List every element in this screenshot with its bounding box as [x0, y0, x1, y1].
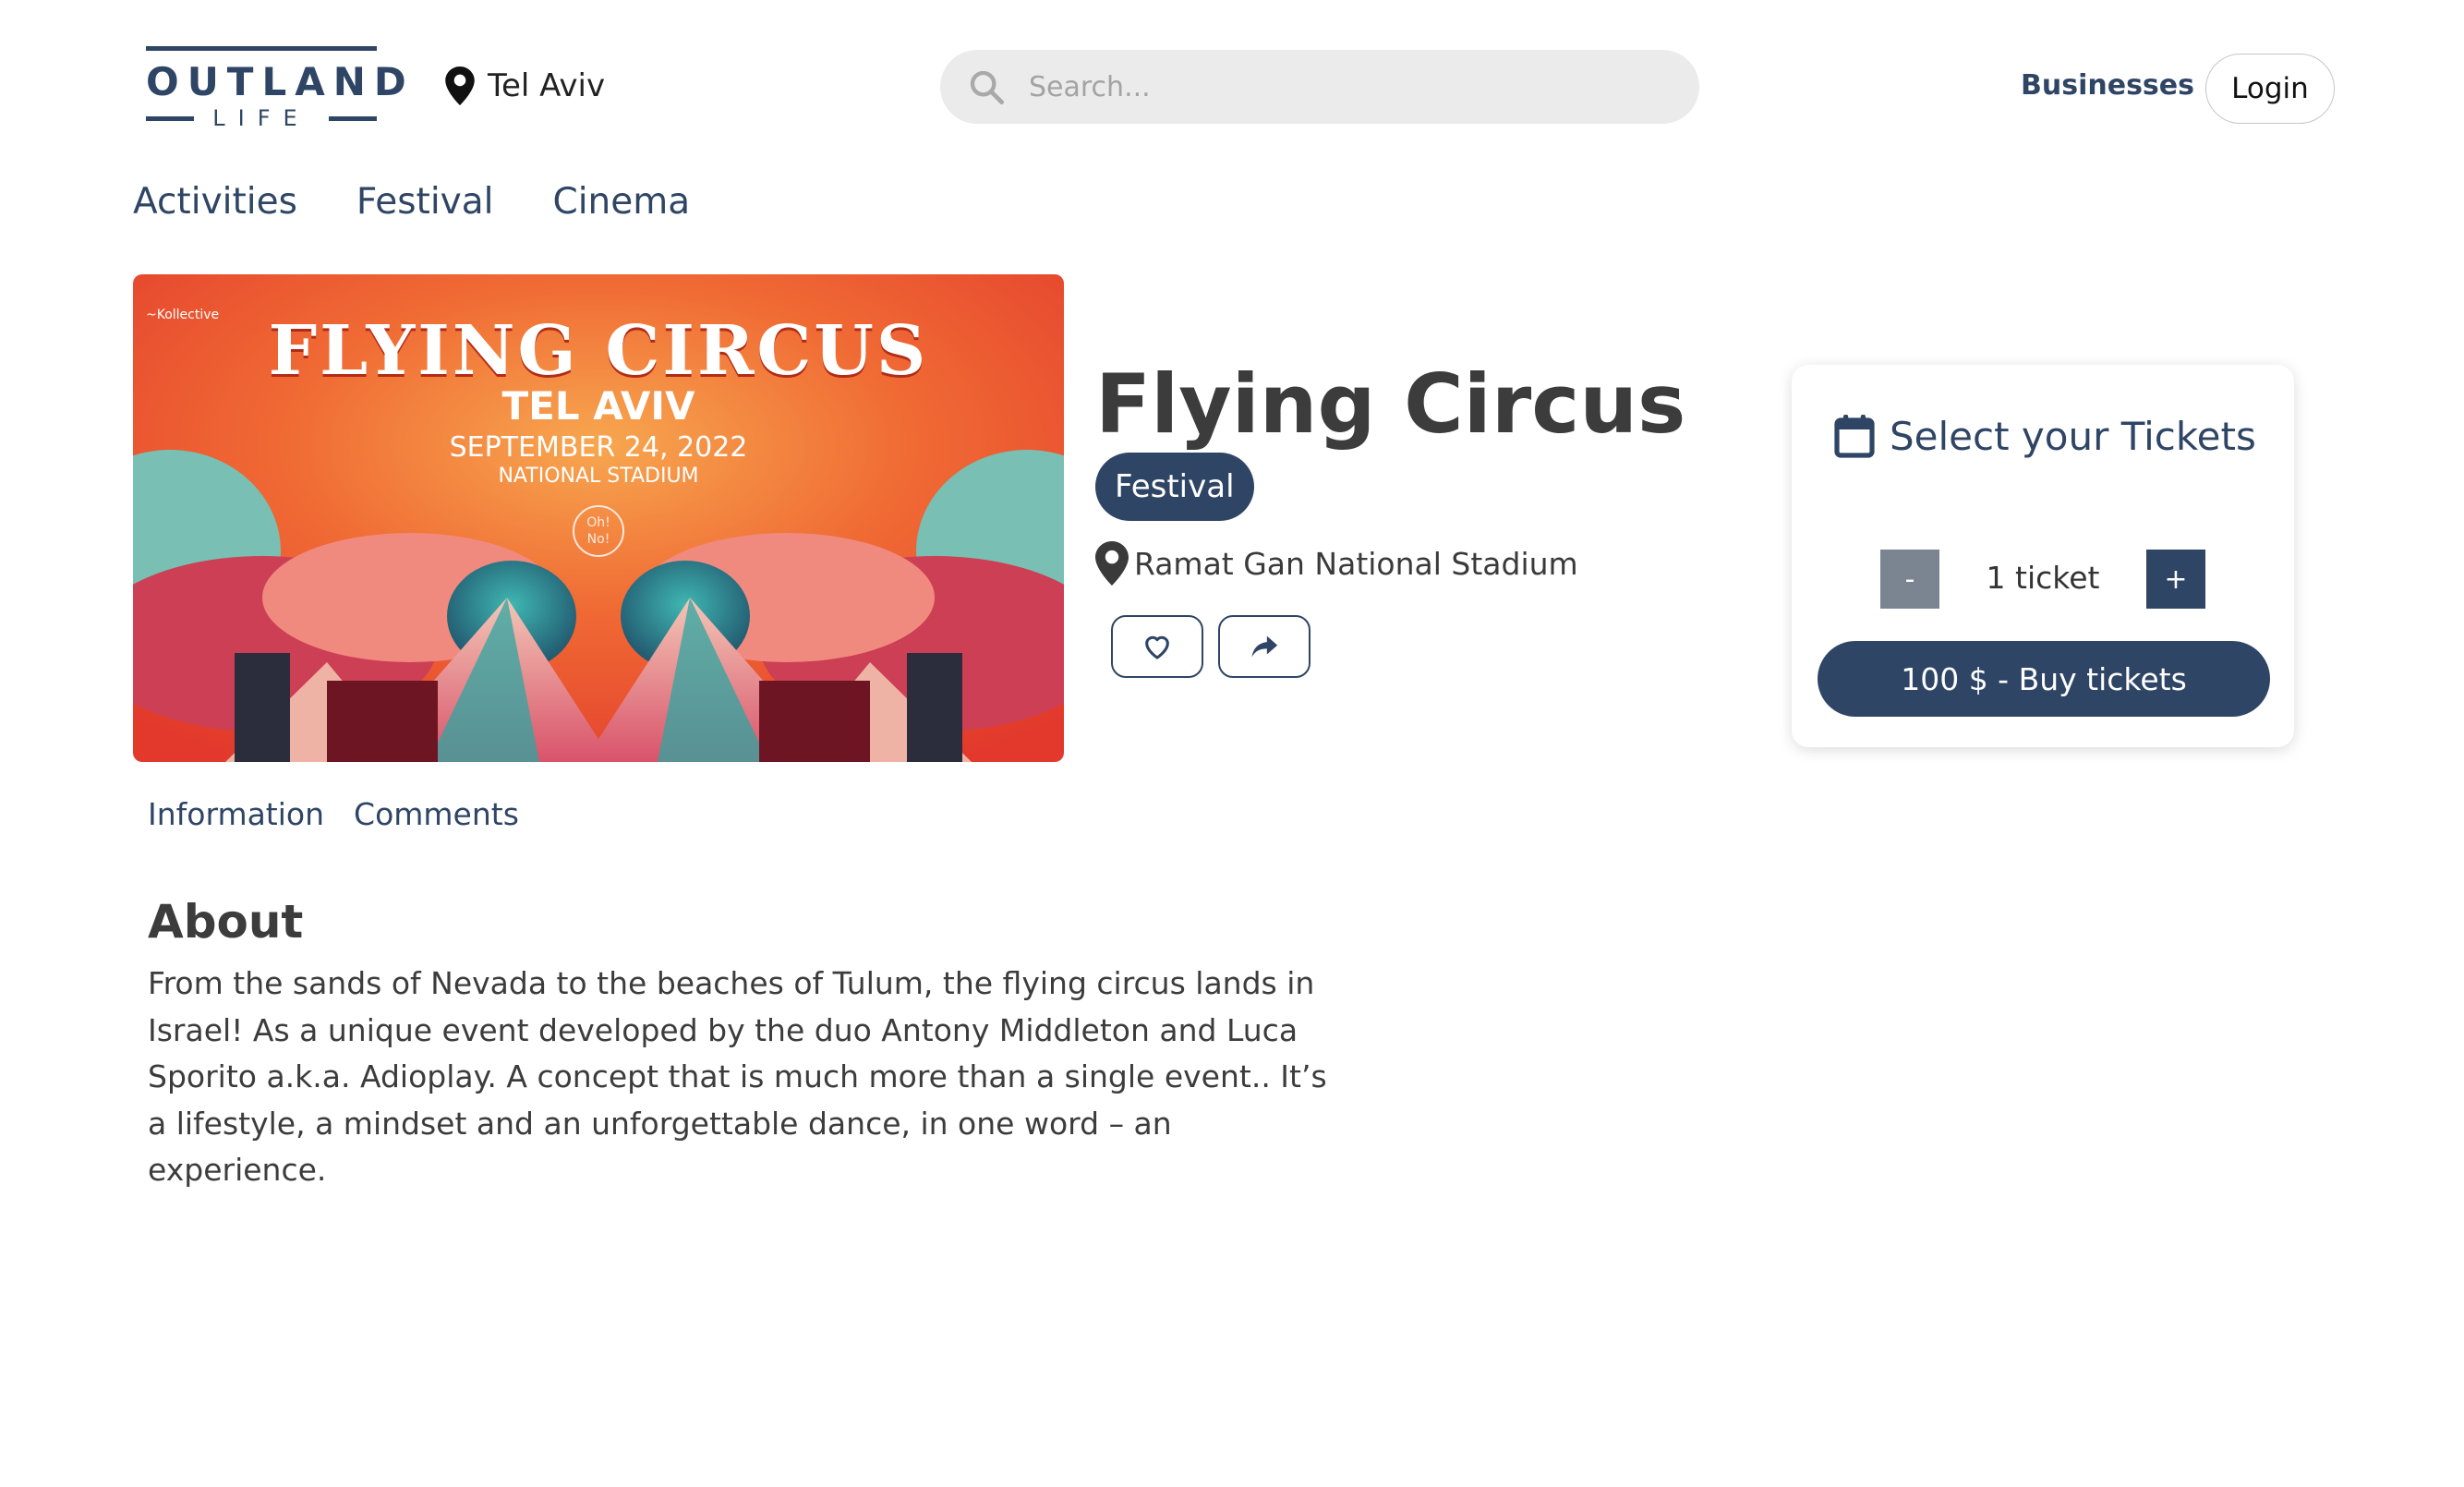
ticket-quantity: 1 ticket — [1986, 560, 2100, 596]
poster-city: TEL AVIV — [501, 383, 695, 429]
ticket-panel: Select your Tickets - 1 ticket + 100 $ -… — [1792, 365, 2294, 747]
logo-word: OUTLAND — [146, 59, 415, 104]
map-pin-icon — [1095, 541, 1129, 586]
event-category-tag[interactable]: Festival — [1095, 453, 1254, 521]
decrease-quantity-button[interactable]: - — [1880, 550, 1939, 609]
poster-venue: NATIONAL STADIUM — [498, 465, 699, 488]
businesses-link[interactable]: Businesses — [2021, 66, 2194, 105]
favorite-button[interactable] — [1111, 615, 1203, 678]
poster-date: SEPTEMBER 24, 2022 — [449, 431, 748, 464]
map-pin-icon — [445, 66, 475, 105]
share-icon — [1251, 635, 1278, 658]
logo-rule — [329, 116, 377, 121]
increase-quantity-button[interactable]: + — [2146, 550, 2205, 609]
share-button[interactable] — [1218, 615, 1311, 678]
search-icon — [970, 70, 1004, 104]
logo-rule — [146, 46, 377, 51]
city-name: Tel Aviv — [488, 67, 606, 104]
login-button[interactable]: Login — [2205, 54, 2335, 124]
event-title: Flying Circus — [1095, 357, 1686, 452]
poster-title: FLYING CIRCUS — [268, 311, 929, 391]
search-input[interactable] — [1029, 70, 1657, 103]
ticket-panel-header: Select your Tickets — [1834, 411, 2256, 461]
event-venue: Ramat Gan National Stadium — [1095, 539, 1578, 587]
nav-activities[interactable]: Activities — [133, 177, 297, 227]
nav-festival[interactable]: Festival — [356, 177, 494, 227]
logo-sub: LIFE — [212, 105, 310, 131]
category-nav: Activities Festival Cinema — [133, 177, 749, 227]
outland-life-logo[interactable]: OUTLAND LIFE — [146, 46, 415, 131]
tab-comments[interactable]: Comments — [354, 792, 519, 837]
about-text: From the sands of Nevada to the beaches … — [148, 965, 1327, 1188]
about-heading: About — [148, 895, 304, 949]
ticket-panel-title: Select your Tickets — [1890, 413, 2256, 459]
logo-rule — [146, 116, 194, 121]
search-bar[interactable] — [940, 50, 1699, 124]
city-selector[interactable]: Tel Aviv — [445, 65, 605, 107]
calendar-icon — [1834, 415, 1875, 458]
tab-information[interactable]: Information — [148, 792, 324, 837]
event-poster: ~Kollective FLYING CIRCUS TEL AVIV SEPTE… — [133, 274, 1064, 762]
poster-badge: Oh! No! — [573, 505, 624, 557]
buy-tickets-button[interactable]: 100 $ - Buy tickets — [1818, 641, 2270, 717]
venue-name: Ramat Gan National Stadium — [1134, 545, 1578, 582]
heart-icon — [1145, 635, 1169, 659]
nav-cinema[interactable]: Cinema — [552, 177, 690, 227]
event-tabs: Information Comments — [148, 792, 549, 837]
